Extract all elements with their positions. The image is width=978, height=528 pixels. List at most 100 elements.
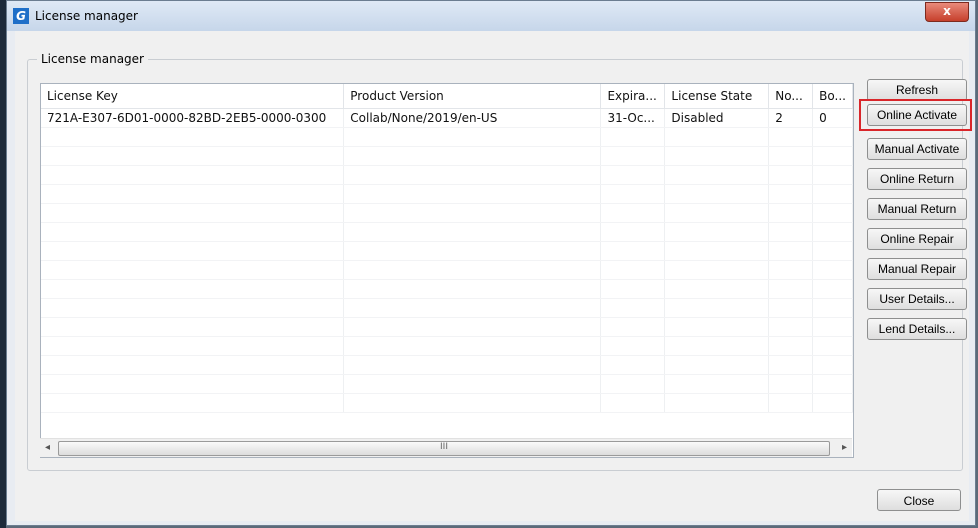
table-cell (343, 241, 602, 261)
scroll-left-icon[interactable]: ◂ (45, 442, 50, 453)
table-cell (664, 336, 770, 356)
table-body: 721A-E307-6D01-0000-82BD-2EB5-0000-0300 C… (41, 108, 853, 413)
scroll-thumb[interactable]: III (58, 441, 830, 456)
column-header[interactable]: License Key (41, 84, 345, 109)
table-cell (600, 184, 666, 204)
table-cell (664, 279, 770, 299)
manual-repair-button[interactable]: Manual Repair (867, 258, 967, 280)
table-cell (812, 127, 853, 147)
column-header[interactable]: Product Version (343, 84, 602, 109)
group-label: License manager (37, 52, 148, 66)
table-cell (343, 184, 602, 204)
table-cell (600, 260, 666, 280)
table-cell (664, 260, 770, 280)
table-cell (41, 317, 345, 337)
table-cell (812, 184, 853, 204)
table-cell (664, 355, 770, 375)
empty-table-row (41, 393, 853, 413)
table-cell (600, 165, 666, 185)
table-cell (343, 393, 602, 413)
horizontal-scrollbar[interactable]: ◂ III ▸ (40, 438, 852, 457)
table-cell (343, 374, 602, 394)
table-cell (664, 127, 770, 147)
table-cell (600, 279, 666, 299)
table-cell (41, 146, 345, 166)
table-cell (812, 260, 853, 280)
table-cell (343, 203, 602, 223)
table-cell (41, 336, 345, 356)
table-cell (664, 184, 770, 204)
table-cell (600, 203, 666, 223)
table-cell (600, 393, 666, 413)
table-cell: 2 (768, 108, 814, 128)
table-cell (768, 260, 814, 280)
license-list[interactable]: License Key Product Version Expira... Licen… (40, 83, 854, 458)
table-cell (812, 222, 853, 242)
close-button[interactable]: Close (877, 489, 961, 511)
table-cell (768, 127, 814, 147)
scroll-right-icon[interactable]: ▸ (842, 442, 847, 453)
manual-return-button[interactable]: Manual Return (867, 198, 967, 220)
manual-activate-button[interactable]: Manual Activate (867, 138, 967, 160)
table-header-row: License Key Product Version Expira... Licen… (41, 84, 853, 109)
table-cell (600, 222, 666, 242)
table-cell (41, 203, 345, 223)
table-cell (768, 184, 814, 204)
empty-table-row (41, 203, 853, 223)
empty-table-row (41, 355, 853, 375)
column-header[interactable]: Expira... (600, 84, 666, 109)
dialog-client-area: License manager License Key Product Versi… (15, 31, 972, 521)
column-header[interactable]: No... (768, 84, 814, 109)
table-cell (768, 298, 814, 318)
lend-details-button[interactable]: Lend Details... (867, 318, 967, 340)
table-cell (600, 127, 666, 147)
table-cell: 31-Oc... (600, 108, 666, 128)
empty-table-row (41, 279, 853, 299)
table-cell (600, 317, 666, 337)
table-cell (768, 374, 814, 394)
table-cell (343, 165, 602, 185)
table-cell (768, 222, 814, 242)
empty-table-row (41, 241, 853, 261)
column-header[interactable]: Bo... (812, 84, 853, 109)
table-cell (41, 298, 345, 318)
table-cell (768, 279, 814, 299)
user-details-button[interactable]: User Details... (867, 288, 967, 310)
table-cell (41, 355, 345, 375)
empty-table-row (41, 127, 853, 147)
table-cell (812, 355, 853, 375)
table-cell (664, 317, 770, 337)
table-cell (41, 260, 345, 280)
table-cell (812, 241, 853, 261)
table-cell (768, 146, 814, 166)
table-cell (768, 165, 814, 185)
table-cell (41, 165, 345, 185)
table-cell (812, 279, 853, 299)
table-cell (41, 222, 345, 242)
table-cell (812, 336, 853, 356)
empty-table-row (41, 336, 853, 356)
table-cell: 721A-E307-6D01-0000-82BD-2EB5-0000-0300 (41, 108, 345, 128)
title-bar[interactable]: G License manager x (7, 1, 975, 31)
table-cell (768, 355, 814, 375)
column-header[interactable]: License State (664, 84, 770, 109)
table-cell (600, 374, 666, 394)
empty-table-row (41, 374, 853, 394)
table-cell (343, 146, 602, 166)
table-cell (812, 146, 853, 166)
online-repair-button[interactable]: Online Repair (867, 228, 967, 250)
refresh-button[interactable]: Refresh (867, 79, 967, 101)
online-return-button[interactable]: Online Return (867, 168, 967, 190)
table-cell (343, 279, 602, 299)
table-cell (768, 241, 814, 261)
empty-table-row (41, 222, 853, 242)
table-cell (343, 222, 602, 242)
table-row[interactable]: 721A-E307-6D01-0000-82BD-2EB5-0000-0300 C… (41, 108, 853, 128)
table-cell (343, 127, 602, 147)
empty-table-row (41, 317, 853, 337)
table-cell (664, 203, 770, 223)
table-cell (812, 393, 853, 413)
online-activate-button[interactable]: Online Activate (867, 104, 967, 126)
window-close-icon[interactable]: x (925, 2, 969, 22)
empty-table-row (41, 165, 853, 185)
